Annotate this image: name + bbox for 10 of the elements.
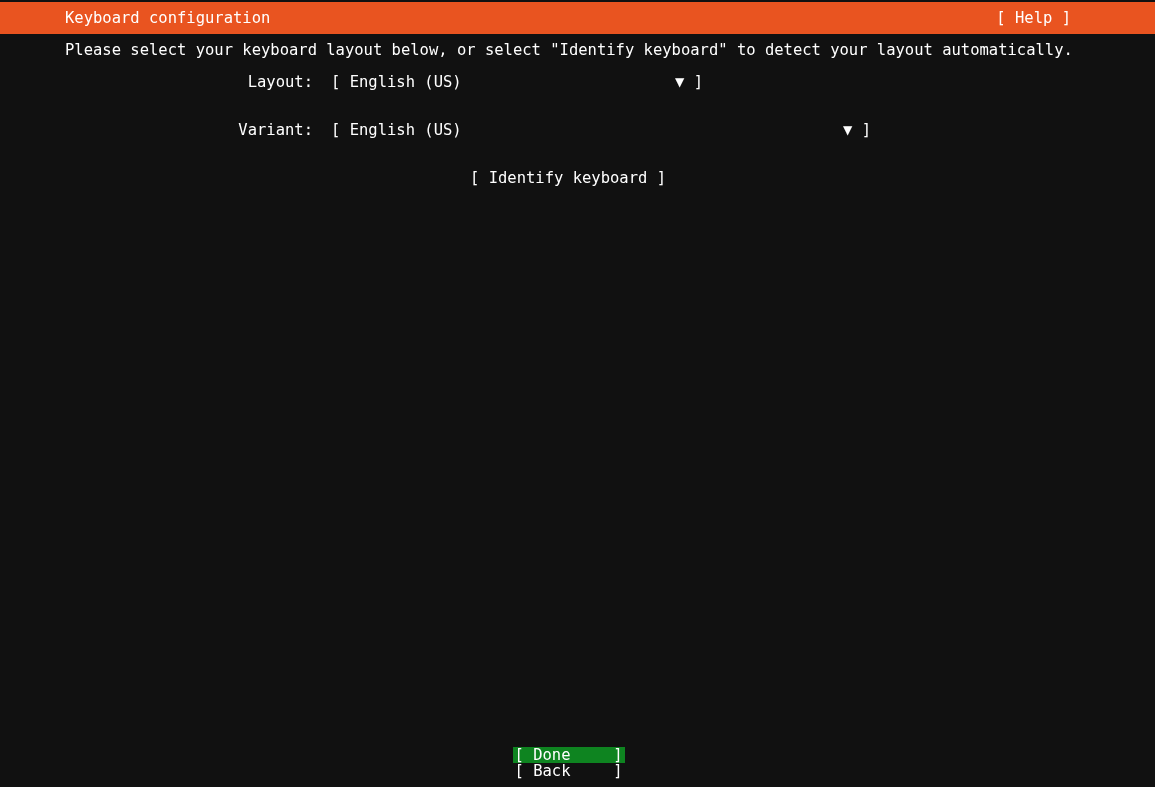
dropdown[interactable]: [ English (US) ▼ ] <box>331 122 871 138</box>
help-button[interactable]: [ Help ] <box>996 10 1071 26</box>
field-label: Layout: <box>246 74 313 90</box>
identify-keyboard-button[interactable]: [ Identify keyboard ] <box>470 170 666 186</box>
menu-button[interactable]: [ Done ] <box>512 747 625 763</box>
instruction-text: Please select your keyboard layout below, or select "Identify keyboard" to detect your layout automatically. <box>65 42 1071 58</box>
window-title: Keyboard configuration <box>65 10 271 26</box>
dropdown[interactable]: [ English (US) ▼ ] <box>331 74 703 90</box>
menu-button[interactable]: [ Back ] <box>512 763 625 779</box>
field-label: Variant: <box>237 122 313 138</box>
